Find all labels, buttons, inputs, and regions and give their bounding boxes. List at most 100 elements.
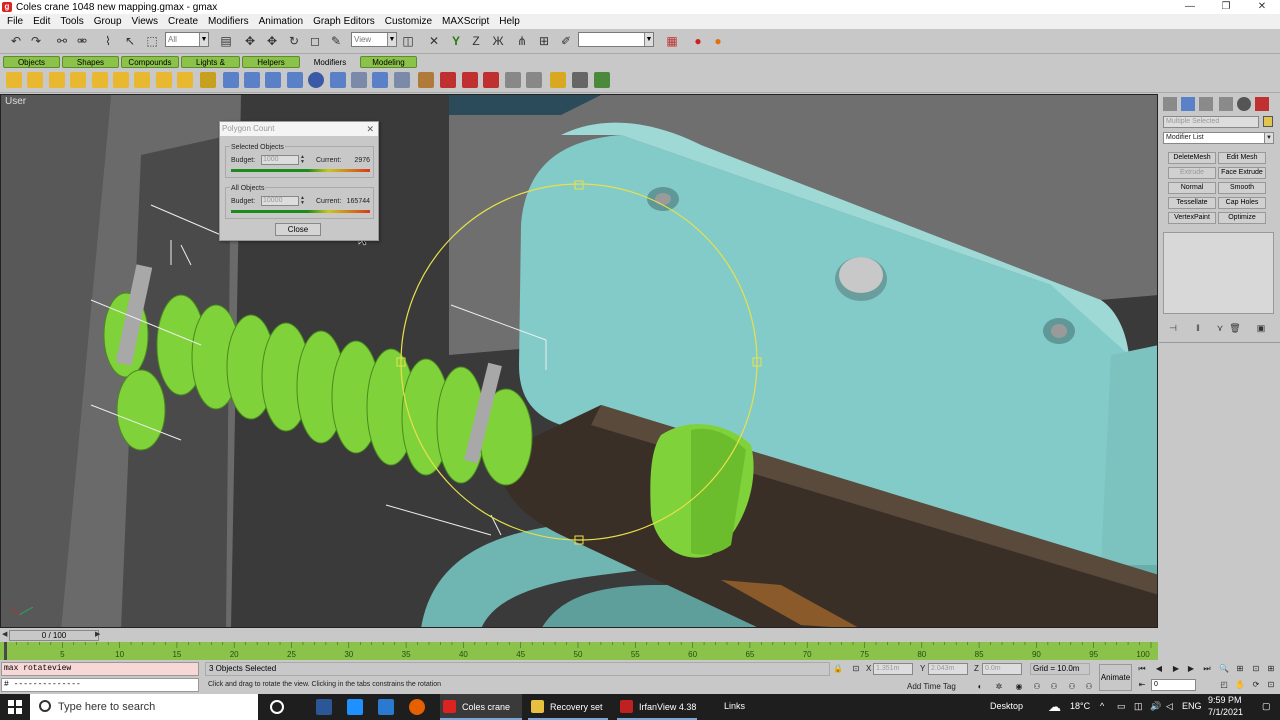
mail-icon[interactable] bbox=[378, 699, 394, 715]
remove-modifier-icon[interactable]: 🗑 bbox=[1229, 323, 1241, 333]
next-frame-button-icon[interactable]: ▶ bbox=[1185, 664, 1197, 673]
bevel-icon[interactable] bbox=[462, 72, 478, 88]
zoom-extents-all-icon[interactable]: ⊞ bbox=[1265, 664, 1277, 673]
cortana-icon[interactable] bbox=[270, 700, 284, 714]
twist-icon[interactable] bbox=[49, 72, 65, 88]
y-axis-icon[interactable]: Y bbox=[448, 33, 464, 49]
unwrap-uvw-icon[interactable] bbox=[308, 72, 324, 88]
named-selection-icon[interactable]: ✐ bbox=[558, 33, 574, 49]
squeeze-icon[interactable] bbox=[113, 72, 129, 88]
menu-file[interactable]: File bbox=[2, 16, 28, 27]
tessellate-button[interactable]: Tessellate bbox=[1168, 197, 1216, 209]
set-key-icon[interactable]: ◐ bbox=[974, 682, 986, 691]
tray-app-icon[interactable]: ▭ bbox=[1117, 701, 1126, 712]
tab-objects[interactable]: Objects bbox=[3, 56, 60, 68]
menu-graph-editors[interactable]: Graph Editors bbox=[308, 16, 380, 27]
menu-customize[interactable]: Customize bbox=[380, 16, 437, 27]
align-icon[interactable]: ⊞ bbox=[536, 33, 552, 49]
all-budget-spinner[interactable]: ▲ ▼ bbox=[300, 196, 305, 206]
tab-helpers[interactable]: Helpers bbox=[242, 56, 300, 68]
arc-rotate-icon[interactable]: ⟳ bbox=[1250, 680, 1262, 689]
tray-chevron-icon[interactable]: ^ bbox=[1100, 701, 1104, 711]
uvw-map-icon[interactable] bbox=[223, 72, 239, 88]
taper-icon[interactable] bbox=[27, 72, 43, 88]
play-icon[interactable]: ▶ bbox=[1170, 664, 1182, 673]
speaker-icon[interactable]: ◁ bbox=[1166, 701, 1173, 712]
windows-start-icon[interactable] bbox=[8, 700, 22, 714]
bind-space-warp-icon[interactable]: ⌇ bbox=[100, 33, 116, 49]
hierarchy-panel-icon[interactable] bbox=[1199, 97, 1213, 111]
close-button[interactable]: ✕ bbox=[1244, 0, 1280, 14]
menu-views[interactable]: Views bbox=[127, 16, 164, 27]
key-filter-icon[interactable]: ✲ bbox=[993, 682, 1005, 691]
desktop-toolbar[interactable]: Desktop bbox=[990, 701, 1023, 711]
add-time-tag[interactable]: Add Time Tag bbox=[907, 682, 956, 691]
melt-icon[interactable] bbox=[200, 72, 216, 88]
face-extrude-button[interactable]: Face Extrude bbox=[1218, 167, 1266, 179]
stretch-icon[interactable] bbox=[92, 72, 108, 88]
vertex-paint-icon[interactable] bbox=[594, 72, 610, 88]
cap-holes-button[interactable]: Cap Holes bbox=[1218, 197, 1266, 209]
select-object-icon[interactable]: ↖ bbox=[122, 33, 138, 49]
tab-modifiers[interactable]: Modifiers bbox=[302, 56, 358, 68]
store-icon[interactable] bbox=[316, 699, 332, 715]
modifier-list-dropdown[interactable]: Modifier List ▼ bbox=[1163, 132, 1274, 144]
maxscript-input-line[interactable]: # -------------- bbox=[1, 678, 199, 692]
absolute-mode-icon[interactable]: ⊡ bbox=[850, 664, 862, 673]
zoom-icon[interactable]: 🔍 bbox=[1218, 664, 1230, 673]
prev-frame-icon[interactable]: ◀ bbox=[2, 630, 8, 640]
y-coordinate-field[interactable]: 2.043m bbox=[928, 663, 968, 675]
network-icon[interactable]: ◫ bbox=[1134, 701, 1143, 712]
taskbar-search-box[interactable]: Type here to search bbox=[30, 694, 258, 720]
select-by-name-icon[interactable]: ▤ bbox=[218, 33, 234, 49]
lathe-icon[interactable] bbox=[418, 72, 434, 88]
edit-mesh-button[interactable]: Edit Mesh bbox=[1218, 152, 1266, 164]
zoom-all-icon[interactable]: ⊞ bbox=[1234, 664, 1246, 673]
current-frame-field[interactable]: 0 bbox=[1151, 679, 1196, 691]
extrude-icon[interactable] bbox=[440, 72, 456, 88]
menu-tools[interactable]: Tools bbox=[55, 16, 88, 27]
skew-icon[interactable] bbox=[177, 72, 193, 88]
angle-snap-icon[interactable]: ⚇ bbox=[1031, 682, 1043, 691]
tab-modeling[interactable]: Modeling bbox=[360, 56, 417, 68]
render-scene-icon[interactable]: ● bbox=[690, 33, 706, 49]
minimize-button[interactable]: — bbox=[1172, 0, 1208, 14]
menu-animation[interactable]: Animation bbox=[254, 16, 308, 27]
quick-render-icon[interactable]: ● bbox=[710, 33, 726, 49]
deletemesh-button[interactable]: DeleteMesh bbox=[1168, 152, 1216, 164]
unlink-icon[interactable]: ⚮ bbox=[74, 33, 90, 49]
zoom-extents-icon[interactable]: ⊡ bbox=[1250, 664, 1262, 673]
modify-panel-icon[interactable] bbox=[1181, 97, 1195, 111]
spherify-icon[interactable] bbox=[244, 72, 260, 88]
configure-sets-icon[interactable]: ▣ bbox=[1255, 323, 1267, 333]
motion-panel-icon[interactable] bbox=[1219, 97, 1233, 111]
volume-select-icon[interactable] bbox=[394, 72, 410, 88]
checker-icon[interactable] bbox=[572, 72, 588, 88]
tab-lights-cameras[interactable]: Lights & Cameras bbox=[181, 56, 240, 79]
object-name-field[interactable]: Multiple Selected bbox=[1163, 116, 1259, 128]
tab-shapes[interactable]: Shapes bbox=[62, 56, 119, 68]
menu-maxscript[interactable]: MAXScript bbox=[437, 16, 494, 27]
make-unique-icon[interactable]: ⋎ bbox=[1214, 323, 1226, 333]
notifications-icon[interactable]: ▢ bbox=[1262, 701, 1271, 712]
xy-plane-icon[interactable]: Ж bbox=[490, 33, 506, 49]
extrude-button[interactable]: Extrude bbox=[1168, 167, 1216, 179]
pan-icon[interactable]: ✋ bbox=[1234, 680, 1246, 689]
weather-temp[interactable]: 18°C bbox=[1070, 701, 1090, 711]
taskbar-app-gmax[interactable]: Coles crane 10... bbox=[440, 694, 522, 720]
edit-patch-icon[interactable] bbox=[372, 72, 388, 88]
optimize-button[interactable]: Optimize bbox=[1218, 212, 1266, 224]
create-panel-icon[interactable] bbox=[1163, 97, 1177, 111]
pin-stack-icon[interactable]: ⊣ bbox=[1167, 323, 1179, 333]
next-frame-icon[interactable]: ▶ bbox=[95, 630, 101, 640]
pivot-center-icon[interactable]: ◫ bbox=[400, 33, 416, 49]
vertexpaint-button[interactable]: VertexPaint bbox=[1168, 212, 1216, 224]
uniform-scale-icon[interactable]: ◻ bbox=[307, 33, 323, 49]
select-scale-icon[interactable]: ✥ bbox=[264, 33, 280, 49]
tab-compounds[interactable]: Compounds bbox=[121, 56, 179, 68]
bend-icon[interactable] bbox=[6, 72, 22, 88]
time-slider[interactable]: ◀ 0 / 100 ▶ bbox=[0, 629, 1158, 642]
manipulate-icon[interactable]: ✎ bbox=[328, 33, 344, 49]
cross-section-icon[interactable] bbox=[550, 72, 566, 88]
smooth-button[interactable]: Smooth bbox=[1218, 182, 1266, 194]
